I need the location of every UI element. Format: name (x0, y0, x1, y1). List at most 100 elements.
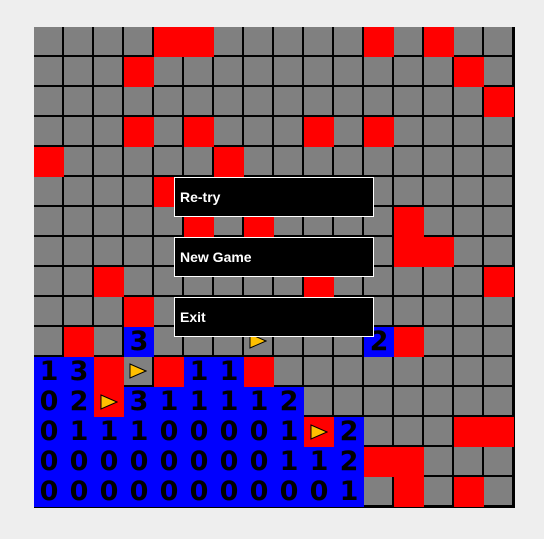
hidden-cell[interactable] (424, 477, 454, 507)
hidden-cell[interactable] (454, 177, 484, 207)
hidden-cell[interactable] (484, 207, 514, 237)
hidden-cell[interactable] (304, 87, 334, 117)
hidden-cell[interactable] (454, 387, 484, 417)
hidden-cell[interactable] (214, 87, 244, 117)
hidden-cell[interactable] (34, 177, 64, 207)
hidden-cell[interactable] (64, 297, 94, 327)
hidden-cell[interactable] (94, 207, 124, 237)
hidden-cell[interactable] (124, 27, 154, 57)
hidden-cell[interactable] (274, 57, 304, 87)
hidden-cell[interactable] (484, 147, 514, 177)
hidden-cell[interactable] (364, 147, 394, 177)
hidden-cell[interactable] (64, 177, 94, 207)
hidden-cell[interactable] (94, 237, 124, 267)
hidden-cell[interactable] (454, 87, 484, 117)
hidden-cell[interactable] (484, 477, 514, 507)
hidden-cell[interactable] (124, 237, 154, 267)
hidden-cell[interactable] (364, 477, 394, 507)
hidden-cell[interactable] (274, 87, 304, 117)
hidden-cell[interactable] (184, 57, 214, 87)
hidden-cell[interactable] (274, 117, 304, 147)
hidden-cell[interactable] (484, 117, 514, 147)
hidden-cell[interactable] (394, 27, 424, 57)
hidden-cell[interactable] (424, 207, 454, 237)
hidden-cell[interactable] (334, 117, 364, 147)
hidden-cell[interactable] (94, 27, 124, 57)
hidden-cell[interactable] (454, 267, 484, 297)
hidden-cell[interactable] (34, 267, 64, 297)
hidden-cell[interactable] (364, 357, 394, 387)
hidden-cell[interactable] (124, 207, 154, 237)
hidden-cell[interactable] (424, 117, 454, 147)
hidden-cell[interactable] (394, 297, 424, 327)
hidden-cell[interactable] (274, 357, 304, 387)
hidden-cell[interactable] (394, 87, 424, 117)
hidden-cell[interactable] (274, 27, 304, 57)
hidden-cell[interactable] (94, 177, 124, 207)
hidden-cell[interactable] (64, 147, 94, 177)
hidden-cell[interactable] (154, 117, 184, 147)
hidden-cell[interactable] (424, 177, 454, 207)
hidden-cell[interactable] (424, 147, 454, 177)
hidden-cell[interactable] (454, 117, 484, 147)
hidden-cell[interactable] (244, 147, 274, 177)
hidden-cell[interactable] (124, 147, 154, 177)
hidden-cell[interactable] (64, 207, 94, 237)
hidden-cell[interactable] (94, 297, 124, 327)
hidden-cell[interactable] (34, 57, 64, 87)
hidden-cell[interactable] (304, 27, 334, 57)
hidden-cell[interactable] (34, 117, 64, 147)
hidden-cell[interactable] (154, 87, 184, 117)
hidden-cell[interactable] (394, 117, 424, 147)
hidden-cell[interactable] (364, 57, 394, 87)
hidden-cell[interactable] (64, 27, 94, 57)
flagged-cell[interactable] (124, 357, 154, 387)
hidden-cell[interactable] (214, 57, 244, 87)
hidden-cell[interactable] (274, 147, 304, 177)
hidden-cell[interactable] (424, 417, 454, 447)
hidden-cell[interactable] (244, 27, 274, 57)
hidden-cell[interactable] (424, 267, 454, 297)
hidden-cell[interactable] (34, 327, 64, 357)
hidden-cell[interactable] (94, 117, 124, 147)
hidden-cell[interactable] (34, 27, 64, 57)
hidden-cell[interactable] (364, 87, 394, 117)
hidden-cell[interactable] (64, 57, 94, 87)
hidden-cell[interactable] (124, 267, 154, 297)
hidden-cell[interactable] (484, 27, 514, 57)
hidden-cell[interactable] (424, 357, 454, 387)
hidden-cell[interactable] (424, 297, 454, 327)
hidden-cell[interactable] (394, 57, 424, 87)
hidden-cell[interactable] (334, 27, 364, 57)
hidden-cell[interactable] (94, 327, 124, 357)
hidden-cell[interactable] (484, 237, 514, 267)
hidden-cell[interactable] (454, 237, 484, 267)
hidden-cell[interactable] (454, 147, 484, 177)
hidden-cell[interactable] (484, 297, 514, 327)
hidden-cell[interactable] (64, 87, 94, 117)
hidden-cell[interactable] (454, 447, 484, 477)
hidden-cell[interactable] (34, 207, 64, 237)
hidden-cell[interactable] (64, 117, 94, 147)
hidden-cell[interactable] (484, 357, 514, 387)
new-game-button[interactable]: New Game (174, 237, 374, 277)
hidden-cell[interactable] (94, 147, 124, 177)
hidden-cell[interactable] (484, 447, 514, 477)
hidden-cell[interactable] (94, 87, 124, 117)
hidden-cell[interactable] (394, 357, 424, 387)
hidden-cell[interactable] (394, 387, 424, 417)
hidden-cell[interactable] (304, 387, 334, 417)
hidden-cell[interactable] (154, 147, 184, 177)
exit-button[interactable]: Exit (174, 297, 374, 337)
hidden-cell[interactable] (34, 297, 64, 327)
hidden-cell[interactable] (454, 357, 484, 387)
hidden-cell[interactable] (394, 417, 424, 447)
hidden-cell[interactable] (364, 417, 394, 447)
hidden-cell[interactable] (424, 57, 454, 87)
hidden-cell[interactable] (34, 87, 64, 117)
hidden-cell[interactable] (334, 387, 364, 417)
hidden-cell[interactable] (424, 447, 454, 477)
hidden-cell[interactable] (334, 57, 364, 87)
hidden-cell[interactable] (244, 117, 274, 147)
hidden-cell[interactable] (454, 207, 484, 237)
